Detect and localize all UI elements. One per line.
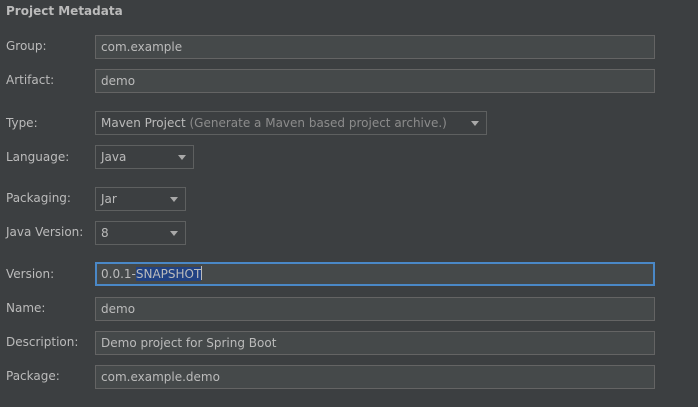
project-metadata-panel: Project Metadata Group: com.example Arti… (0, 0, 698, 407)
chevron-down-icon (178, 155, 186, 160)
type-label: Type: (6, 116, 38, 130)
package-field[interactable]: com.example.demo (95, 365, 655, 389)
section-title: Project Metadata (6, 4, 123, 18)
group-label: Group: (6, 39, 47, 53)
group-field[interactable]: com.example (95, 35, 655, 59)
language-dropdown[interactable]: Java (95, 145, 194, 169)
java-version-dropdown-value: 8 (101, 226, 109, 240)
type-dropdown-value: Maven Project (101, 116, 186, 130)
version-label: Version: (6, 267, 55, 281)
java-version-label: Java Version: (6, 225, 84, 239)
language-label: Language: (6, 150, 70, 164)
description-field[interactable]: Demo project for Spring Boot (95, 331, 655, 355)
java-version-dropdown[interactable]: 8 (95, 221, 186, 245)
chevron-down-icon (170, 231, 178, 236)
name-field[interactable]: demo (95, 297, 655, 321)
version-value-selected: SNAPSHOT (135, 267, 202, 281)
type-dropdown-hint: (Generate a Maven based project archive.… (189, 116, 447, 130)
name-label: Name: (6, 301, 46, 315)
chevron-down-icon (471, 121, 479, 126)
language-dropdown-value: Java (101, 150, 127, 164)
text-caret (201, 266, 203, 280)
description-label: Description: (6, 335, 79, 349)
packaging-dropdown-value: Jar (101, 192, 117, 206)
version-value-prefix: 0.0.1- (101, 267, 136, 281)
artifact-label: Artifact: (6, 73, 55, 87)
package-label: Package: (6, 369, 60, 383)
artifact-field[interactable]: demo (95, 69, 655, 93)
chevron-down-icon (170, 197, 178, 202)
packaging-label: Packaging: (6, 191, 71, 205)
version-field[interactable]: 0.0.1-SNAPSHOT (95, 262, 655, 286)
packaging-dropdown[interactable]: Jar (95, 187, 186, 211)
type-dropdown[interactable]: Maven Project (Generate a Maven based pr… (95, 111, 487, 135)
